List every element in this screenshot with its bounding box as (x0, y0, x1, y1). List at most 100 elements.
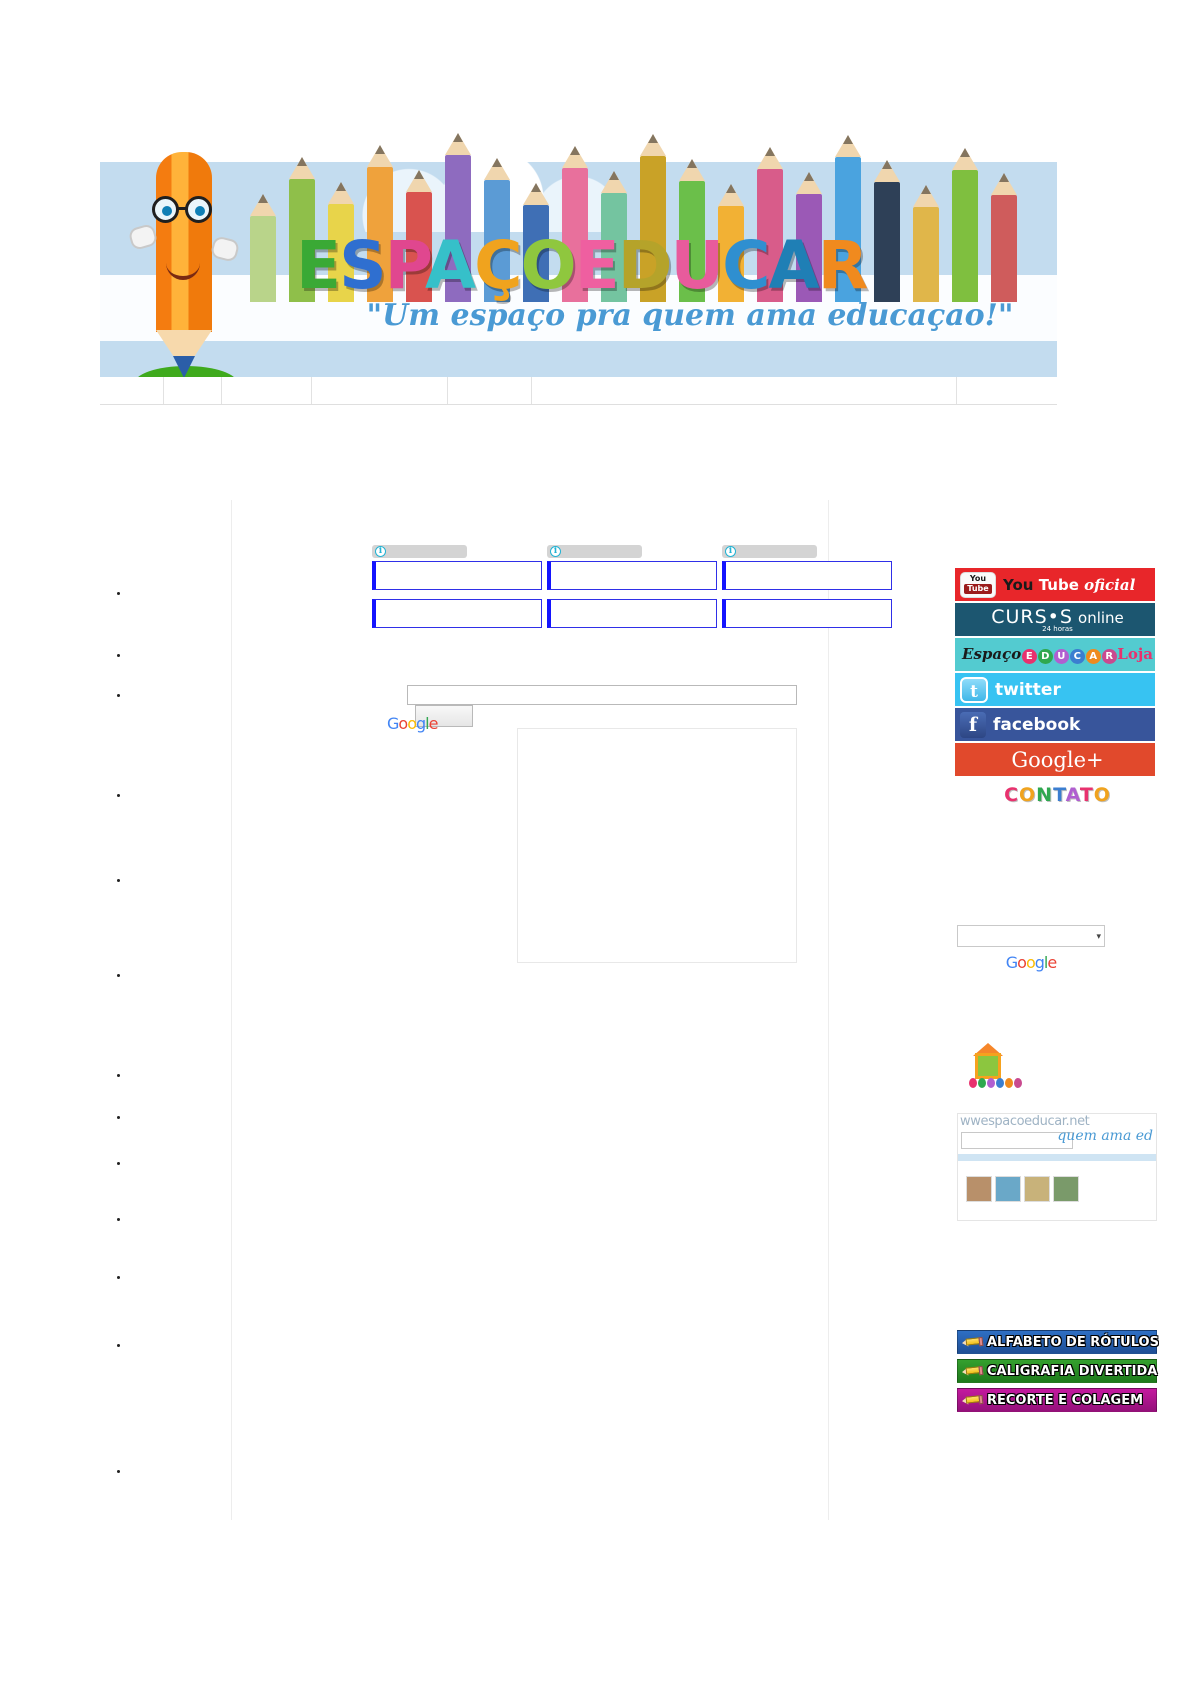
list-item[interactable] (130, 1214, 133, 1226)
screenshot-blue-band (958, 1154, 1156, 1161)
title-letter: O (520, 227, 577, 304)
list-item[interactable] (130, 1272, 133, 1284)
google-translate-widget[interactable]: ▾ Google (957, 925, 1157, 972)
ad-slot[interactable] (372, 561, 542, 590)
photo-thumbnail[interactable] (995, 1176, 1021, 1202)
screenshot-input-box (961, 1132, 1073, 1149)
screenshot-photo-strip (966, 1176, 1079, 1202)
title-letter: A (768, 227, 820, 304)
list-item[interactable] (130, 875, 133, 887)
list-item[interactable] (130, 690, 133, 702)
banner-label: CALIGRAFIA DIVERTIDA (987, 1363, 1158, 1379)
ad-placeholder[interactable]: i (372, 545, 542, 628)
contato-letter: O (1019, 783, 1037, 806)
banner-alfabeto-de-rotulos[interactable]: ALFABETO DE RÓTULOS (957, 1330, 1159, 1354)
banner-label: Espaço E D U C A R Loja (962, 645, 1153, 664)
banner-contato[interactable]: CONTATO (955, 778, 1155, 811)
ad-label-bar: i (722, 545, 817, 558)
list-item[interactable] (130, 790, 133, 802)
list-item[interactable] (130, 1112, 133, 1124)
sidebar-list (100, 1340, 133, 1352)
nav-item-5[interactable] (532, 377, 957, 404)
nav-item-4[interactable] (448, 377, 532, 404)
banner-artwork: ESPAÇOEDUCAR "Um espaço pra quem ama edu… (100, 92, 1057, 377)
ad-slot[interactable] (547, 561, 717, 590)
banner-espaco-educar-loja[interactable]: Espaço E D U C A R Loja (955, 638, 1155, 671)
banner-facebook[interactable]: f facebook (955, 708, 1155, 741)
pencil-icon (961, 1363, 984, 1380)
sidebar-list (100, 1158, 133, 1170)
contato-letter: O (1093, 783, 1111, 806)
language-select[interactable]: ▾ (957, 925, 1105, 947)
photo-thumbnail[interactable] (966, 1176, 992, 1202)
ad-slot[interactable] (547, 599, 717, 628)
list-item[interactable] (130, 1340, 133, 1352)
ad-label-bar: i (372, 545, 467, 558)
banner-label: ALFABETO DE RÓTULOS (987, 1334, 1159, 1350)
search-input[interactable] (407, 685, 797, 705)
title-letter: D (617, 227, 673, 304)
banner-cursos-online[interactable]: CURS•S online 24 horas (955, 603, 1155, 636)
right-sidebar: You Tube You Tube oficial CURS•S online 24 h… (829, 500, 1159, 1520)
sidebar-list (100, 1214, 133, 1226)
list-item[interactable] (130, 970, 133, 982)
banner-recorte-e-colagem[interactable]: RECORTE E COLAGEM (957, 1388, 1157, 1412)
banner-youtube[interactable]: You Tube You Tube oficial (955, 568, 1155, 601)
banner-twitter[interactable]: t twitter (955, 673, 1155, 706)
contato-letter: A (1065, 783, 1080, 806)
ad-label-bar: i (547, 545, 642, 558)
list-item[interactable] (130, 1158, 133, 1170)
sidebar-list (100, 1112, 133, 1124)
site-mini-logo-widget[interactable] (957, 1043, 1157, 1093)
letter-bubble: E (1021, 649, 1037, 664)
title-letter: C (722, 227, 770, 304)
nav-item-1[interactable] (164, 377, 222, 404)
site-tagline: "Um espaço pra quem ama educaçao!" (366, 298, 1014, 333)
pencil-icon (961, 1392, 984, 1409)
contato-letter: T (1053, 783, 1066, 806)
youtube-icon: You Tube (960, 571, 996, 598)
logo-dot (987, 1078, 995, 1088)
ad-slot[interactable] (372, 599, 542, 628)
info-icon[interactable]: i (375, 546, 386, 557)
letter-bubble: R (1101, 649, 1117, 664)
sidebar-list (100, 875, 133, 887)
screenshot-url-text: wwespacoeducar.net (960, 1114, 1090, 1129)
house-pencil-logo-icon (965, 1043, 1022, 1093)
ad-placeholder[interactable]: i (547, 545, 717, 628)
info-icon[interactable]: i (725, 546, 736, 557)
social-banner-list[interactable]: You Tube You Tube oficial CURS•S online 24 h… (955, 568, 1155, 813)
nav-item-0[interactable] (100, 377, 164, 404)
logo-dot (969, 1078, 977, 1088)
nav-item-3[interactable] (312, 377, 448, 404)
info-icon[interactable]: i (550, 546, 561, 557)
list-item[interactable] (130, 1466, 133, 1478)
nav-item-2[interactable] (222, 377, 312, 404)
chevron-down-icon: ▾ (1096, 930, 1101, 941)
title-letter: S (339, 227, 387, 304)
photo-thumbnail[interactable] (1024, 1176, 1050, 1202)
sidebar-list (100, 690, 133, 702)
banner-label: Google+ (1011, 747, 1104, 772)
logo-dot (996, 1078, 1004, 1088)
title-letter: E (574, 227, 620, 304)
list-item[interactable] (130, 1070, 133, 1082)
title-letter: U (670, 227, 725, 304)
screenshot-script-text: quem ama ed (1057, 1128, 1153, 1144)
content-area: i i i Google YouTube You Tube oficial CURS•S… (100, 500, 1159, 1520)
pencil-icon (961, 1334, 984, 1351)
left-sidebar (100, 500, 232, 1520)
banner-google-plus[interactable]: Google+ (955, 743, 1155, 776)
letter-bubble: C (1069, 649, 1085, 664)
main-navigation[interactable] (100, 377, 1057, 405)
title-letter: A (424, 227, 476, 304)
site-header-banner[interactable]: ESPAÇOEDUCAR "Um espaço pra quem ama edu… (100, 92, 1057, 377)
resource-banner-list[interactable]: ALFABETO DE RÓTULOS CALIGRAFIA DIVERTIDA R… (957, 1330, 1159, 1417)
google-custom-search[interactable] (407, 685, 867, 727)
banner-caligrafia-divertida[interactable]: CALIGRAFIA DIVERTIDA (957, 1359, 1157, 1383)
site-screenshot-thumbnail[interactable]: wwespacoeducar.net quem ama ed (957, 1113, 1157, 1221)
list-item[interactable] (130, 588, 133, 600)
list-item[interactable] (130, 650, 133, 662)
banner-label: CONTATO (960, 784, 1155, 806)
photo-thumbnail[interactable] (1053, 1176, 1079, 1202)
